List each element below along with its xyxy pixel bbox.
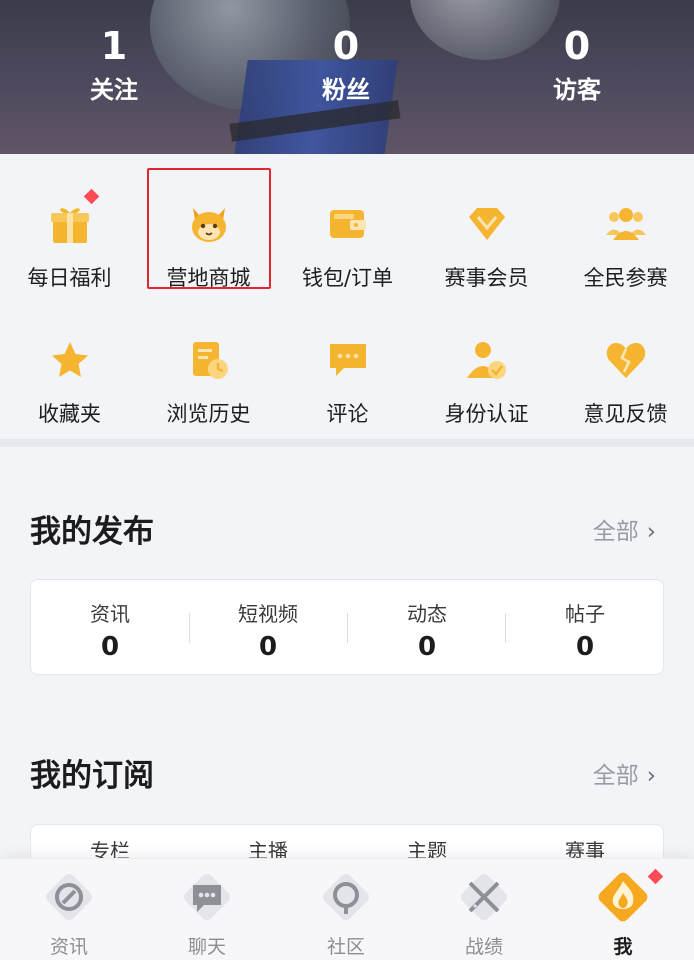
nav-tab-chat[interactable]: 聊天 <box>138 859 276 960</box>
history-icon <box>192 342 228 379</box>
stat-followers[interactable]: 0 粉丝 <box>286 22 406 110</box>
community-icon <box>323 874 369 920</box>
nav-tab-me[interactable]: 我 <box>554 859 692 960</box>
nav-tab-news[interactable]: 资讯 <box>0 859 138 960</box>
nav-tab-community[interactable]: 社区 <box>277 859 415 960</box>
my-posts-view-all-link[interactable]: 全部 › <box>593 512 656 546</box>
swords-icon <box>461 874 507 920</box>
my-posts-item-threads[interactable]: 帖子 0 <box>506 580 664 676</box>
grid-item-favorites[interactable]: 收藏夹 <box>0 306 139 426</box>
chevron-right-icon: › <box>646 763 656 789</box>
wallet-icon <box>329 210 366 238</box>
grid-item-daily-welfare[interactable]: 每日福利 <box>0 170 139 290</box>
stat-label: 访客 <box>553 76 601 104</box>
nav-tab-records[interactable]: 战绩 <box>415 859 553 960</box>
stat-following[interactable]: 1 关注 <box>54 22 174 110</box>
count-value: 0 <box>575 632 595 662</box>
nav-label: 我 <box>613 936 633 958</box>
grid-item-label: 意见反馈 <box>583 402 668 426</box>
my-subscriptions-title: 我的订阅 <box>30 758 154 794</box>
grid-item-feedback[interactable]: 意见反馈 <box>556 306 694 426</box>
grid-item-label: 浏览历史 <box>166 402 251 426</box>
grid-item-browse-history[interactable]: 浏览历史 <box>139 306 278 426</box>
my-posts-item-news[interactable]: 资讯 0 <box>31 580 189 676</box>
grid-item-all-join[interactable]: 全民参赛 <box>556 170 694 290</box>
highlight-box <box>147 168 271 289</box>
count-value: 0 <box>417 632 437 662</box>
nav-label: 聊天 <box>187 936 226 958</box>
view-all-label: 全部 <box>592 763 639 789</box>
broken-heart-icon <box>606 343 645 378</box>
comment-icon <box>329 344 366 376</box>
grid-item-wallet-orders[interactable]: 钱包/订单 <box>278 170 417 290</box>
profile-content-sheet: 每日福利 营地商城 钱包/订单 赛事会员 全民参赛 收藏夹 浏览历史 评论 身份… <box>0 154 694 960</box>
gift-icon <box>50 208 89 243</box>
grid-item-identity-verify[interactable]: 身份认证 <box>417 306 556 426</box>
count-value: 0 <box>258 632 278 662</box>
section-divider <box>0 439 694 447</box>
stat-value: 0 <box>332 24 360 68</box>
grid-item-comments[interactable]: 评论 <box>278 306 417 426</box>
nav-label: 资讯 <box>49 936 88 958</box>
my-posts-card: 资讯 0 短视频 0 动态 0 帖子 0 <box>30 579 664 675</box>
nav-label: 社区 <box>326 936 365 958</box>
bottom-nav-bar: 资讯 聊天 社区 战绩 我 <box>0 858 694 960</box>
count-label: 资讯 <box>90 602 130 626</box>
grid-item-label: 赛事会员 <box>444 266 529 290</box>
grid-item-label: 身份认证 <box>444 402 529 426</box>
nav-label: 战绩 <box>464 936 503 958</box>
grid-item-event-membership[interactable]: 赛事会员 <box>417 170 556 290</box>
me-icon <box>598 872 648 922</box>
news-icon <box>46 874 92 920</box>
my-subscriptions-view-all-link[interactable]: 全部 › <box>593 756 656 790</box>
count-label: 短视频 <box>238 602 298 626</box>
stat-label: 粉丝 <box>322 76 370 104</box>
view-all-label: 全部 <box>592 519 639 545</box>
grid-item-label: 评论 <box>326 402 369 426</box>
my-posts-item-short-video[interactable]: 短视频 0 <box>189 580 347 676</box>
chevron-right-icon: › <box>646 519 656 545</box>
group-icon <box>605 208 646 240</box>
count-label: 动态 <box>407 602 447 626</box>
feature-grid: 每日福利 营地商城 钱包/订单 赛事会员 全民参赛 收藏夹 浏览历史 评论 身份… <box>0 154 694 440</box>
count-value: 0 <box>100 632 120 662</box>
chat-icon <box>184 874 230 920</box>
grid-item-label: 钱包/订单 <box>301 266 394 290</box>
stat-label: 关注 <box>90 76 138 104</box>
my-posts-title: 我的发布 <box>30 514 154 550</box>
star-icon <box>51 342 88 377</box>
stat-value: 0 <box>563 24 591 68</box>
diamond-icon <box>468 208 505 240</box>
grid-item-label: 全民参赛 <box>583 266 668 290</box>
stat-visitors[interactable]: 0 访客 <box>517 22 637 110</box>
stat-value: 1 <box>100 24 128 68</box>
grid-item-label: 收藏夹 <box>38 402 101 426</box>
verify-icon <box>466 342 506 379</box>
grid-item-label: 每日福利 <box>27 266 112 290</box>
my-posts-item-moments[interactable]: 动态 0 <box>348 580 506 676</box>
count-label: 帖子 <box>565 602 605 626</box>
